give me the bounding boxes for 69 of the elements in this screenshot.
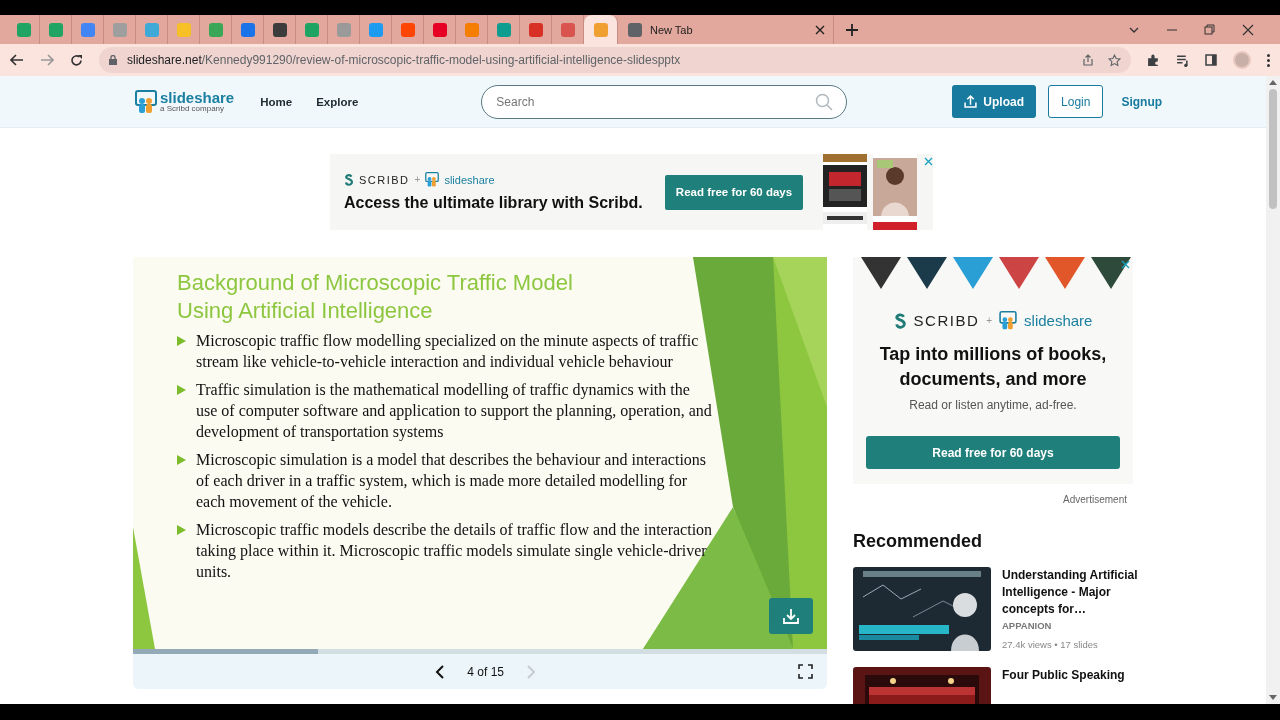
side-panel-icon[interactable]: [1205, 54, 1217, 66]
bullet-text: Microscopic traffic models describe the details of traffic flow and the interaction taking place within it. Microscopic traffic models simulate single vehicle-driver units.: [196, 520, 713, 582]
bullet-text: Traffic simulation is the mathematical modelling of traffic dynamics with the use of computer software and application to support the planning, operation, and development of transportation systems: [196, 380, 713, 442]
ad-label: Advertisement: [1062, 494, 1127, 505]
url-host: slideshare.net: [127, 53, 202, 67]
scribd-logo-icon: [893, 312, 907, 329]
read-free-button[interactable]: Read free for 60 days: [866, 436, 1120, 469]
upload-icon: [964, 95, 978, 108]
previous-button[interactable]: [435, 664, 446, 679]
search-field[interactable]: Search: [481, 84, 848, 119]
plus-sign: +: [986, 315, 993, 326]
logo-tagline: a Scribd company: [160, 105, 226, 113]
brand-name: slideshare: [444, 173, 495, 186]
upload-button[interactable]: Upload: [952, 85, 1037, 118]
page-counter: 4 of 15: [467, 664, 504, 679]
nav-link[interactable]: Home: [260, 95, 293, 108]
media-icon[interactable]: [1176, 53, 1189, 67]
signup-link[interactable]: Signup: [1121, 94, 1163, 109]
login-button[interactable]: Login: [1048, 85, 1104, 118]
back-icon[interactable]: [10, 54, 24, 66]
bullet-text: Microscopic simulation is a model that describes the behaviour and interactions of each driver in a traffic system, which is made more detailed modelling for each movement of the vehicle.: [196, 450, 708, 512]
download-button[interactable]: [769, 598, 813, 634]
logo-text[interactable]: slideshare: [160, 90, 235, 105]
star-icon[interactable]: [1108, 53, 1121, 67]
scribd-logo-icon: [344, 173, 354, 186]
search-icon[interactable]: [815, 92, 834, 111]
share-icon[interactable]: [1082, 53, 1094, 66]
close-icon[interactable]: [815, 24, 825, 35]
nav-link[interactable]: Explore: [316, 95, 359, 108]
address-bar[interactable]: slideshare.net/Kennedy991290/review-of-microscopic-traffic-model-using-artificial-intelligence-slidespptx: [99, 47, 1131, 73]
read-free-button[interactable]: Read free for 60 days: [665, 174, 803, 210]
bullet-text: Microscopic traffic flow modelling specialized on the minute aspects of traffic stream like vehicle-to-vehicle interaction and individual vehicle behaviour: [196, 331, 700, 372]
bullet-icon: [177, 525, 186, 535]
logo-icon: [999, 311, 1018, 330]
brand-name: SCRIBD: [359, 173, 410, 186]
download-icon: [782, 607, 800, 625]
scroll-down-icon[interactable]: [1269, 695, 1277, 700]
menu-icon[interactable]: [1267, 53, 1270, 67]
ad-headline: Access the ultimate library with Scribd.: [344, 194, 644, 212]
author-name: APPANION: [1002, 620, 1053, 631]
section-heading: Recommended: [853, 531, 984, 552]
logo-icon: [135, 89, 157, 114]
recommended-title[interactable]: Four Public Speaking: [1002, 667, 1142, 684]
scrollbar-thumb[interactable]: [1269, 89, 1277, 209]
plus-sign: +: [414, 174, 421, 185]
reload-icon[interactable]: [70, 53, 83, 67]
slide-title: Background of Microscopic Traffic Model Using Artificial Intelligence: [177, 269, 574, 325]
recommended-title[interactable]: Understanding Artificial Intelligence - Major concepts for…: [1002, 567, 1142, 618]
forward-icon[interactable]: [40, 54, 54, 66]
view-count: 27.4k views • 17 slides: [1002, 639, 1099, 650]
avatar-icon[interactable]: [1233, 51, 1251, 69]
restore-icon[interactable]: [1204, 23, 1216, 36]
bullet-icon: [177, 455, 186, 465]
logo-icon: [425, 172, 440, 187]
scroll-up-icon[interactable]: [1269, 80, 1277, 85]
brand-name: slideshare: [1024, 312, 1093, 329]
lock-icon: [109, 55, 117, 65]
fullscreen-icon[interactable]: [798, 664, 813, 679]
ad-headline: Tap into millions of books, documents, and more: [878, 343, 1108, 391]
puzzle-icon[interactable]: [1147, 53, 1160, 67]
url-path: /Kennedy991290/review-of-microscopic-traffic-model-using-artificial-intelligence-slidespptx: [201, 53, 681, 67]
scrollbar[interactable]: [1266, 76, 1280, 704]
close-icon[interactable]: [1242, 23, 1254, 36]
close-icon[interactable]: [1121, 260, 1130, 269]
new-tab-icon[interactable]: [846, 23, 858, 36]
bullet-icon: [177, 336, 186, 346]
brand-name: SCRIBD: [913, 312, 980, 329]
ad-subtitle: Read or listen anytime, ad-free.: [909, 398, 1077, 412]
bullet-icon: [177, 385, 186, 395]
